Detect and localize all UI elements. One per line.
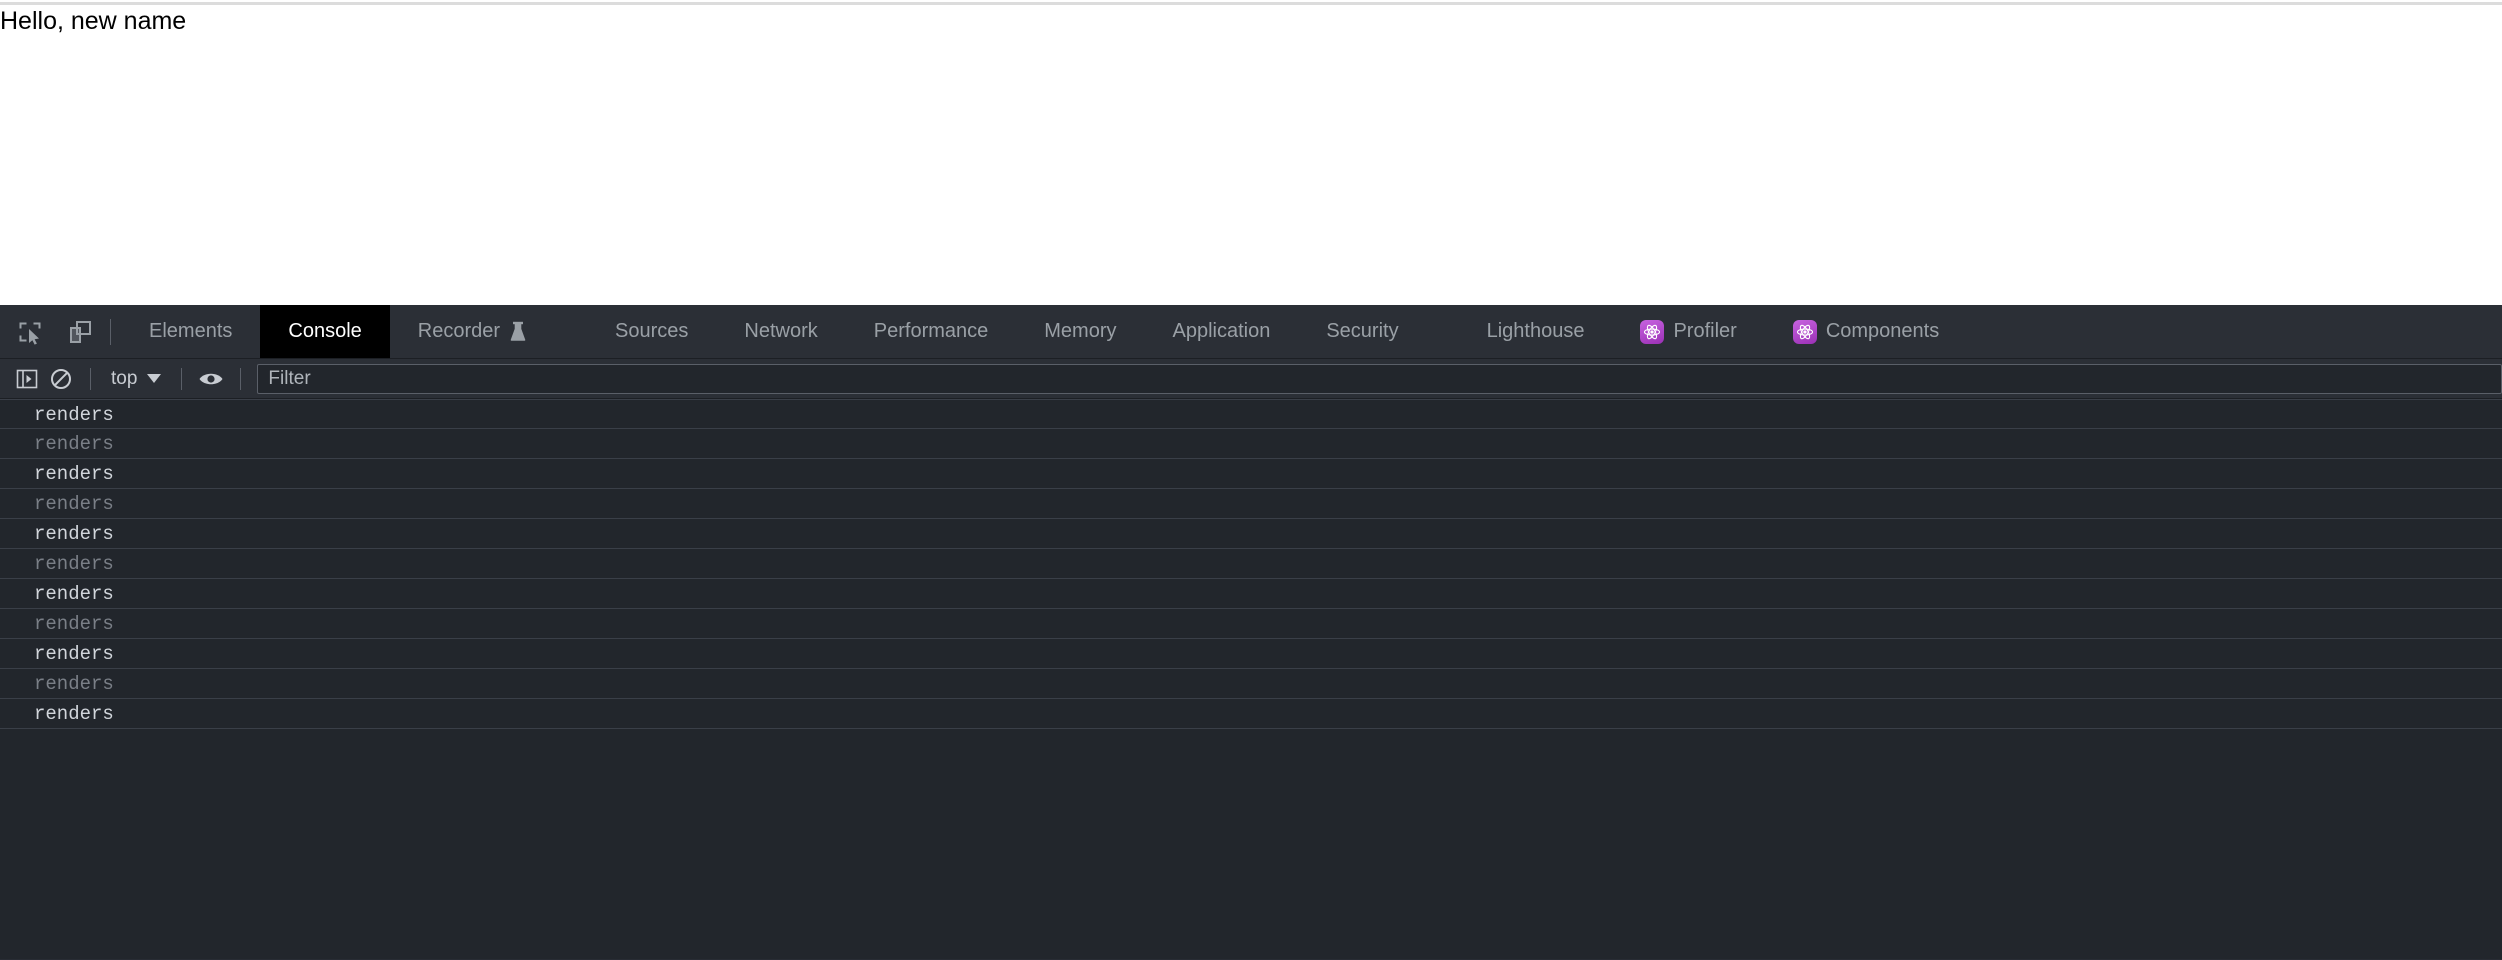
tab-application-label: Application: [1172, 320, 1271, 342]
tab-application[interactable]: Application: [1145, 305, 1299, 358]
chevron-down-icon: [147, 374, 162, 383]
console-message-row[interactable]: renders: [0, 699, 2502, 729]
devtools-left-tools: [0, 305, 100, 358]
tab-sources-label: Sources: [615, 320, 689, 342]
console-toolbar-divider: [90, 367, 91, 390]
console-message-row[interactable]: renders: [0, 429, 2502, 459]
tab-console-label: Console: [288, 320, 362, 342]
console-context-selector[interactable]: top: [103, 366, 169, 392]
tab-network-label: Network: [744, 320, 818, 342]
tab-performance-label: Performance: [873, 320, 989, 342]
react-atom-icon: [1640, 319, 1665, 344]
inspect-element-icon[interactable]: [10, 312, 50, 352]
devtools-tabbar: Elements Console Recorder Sources Networ…: [0, 305, 2502, 359]
tab-network[interactable]: Network: [716, 305, 845, 358]
tab-memory[interactable]: Memory: [1016, 305, 1144, 358]
tab-sources[interactable]: Sources: [587, 305, 716, 358]
console-sidebar-toggle-icon[interactable]: [10, 364, 44, 394]
tab-elements-label: Elements: [149, 320, 233, 342]
devtools-tab-list: Elements Console Recorder Sources Networ…: [121, 305, 2502, 358]
console-message-row[interactable]: renders: [0, 579, 2502, 609]
tab-profiler-label: Profiler: [1673, 320, 1737, 342]
console-context-label: top: [111, 367, 138, 389]
console-toolbar: top: [0, 359, 2502, 399]
tab-lighthouse[interactable]: Lighthouse: [1459, 305, 1613, 358]
tab-console[interactable]: Console: [260, 305, 390, 358]
tab-elements[interactable]: Elements: [121, 305, 260, 358]
live-expression-eye-icon[interactable]: [194, 364, 228, 394]
tab-performance[interactable]: Performance: [846, 305, 1017, 358]
tab-lighthouse-label: Lighthouse: [1486, 320, 1585, 342]
console-message-row[interactable]: renders: [0, 459, 2502, 489]
console-toolbar-divider: [240, 367, 242, 390]
console-message-row[interactable]: renders: [0, 399, 2502, 429]
console-message-row[interactable]: renders: [0, 639, 2502, 669]
console-toolbar-divider: [181, 367, 183, 390]
page-greeting-text: Hello, new name: [0, 7, 187, 35]
toolbar-divider: [110, 318, 111, 345]
tab-recorder-label: Recorder: [417, 320, 501, 342]
console-message-row[interactable]: renders: [0, 609, 2502, 639]
console-message-row[interactable]: renders: [0, 489, 2502, 519]
console-message-list[interactable]: renders renders renders renders renders …: [0, 399, 2502, 959]
device-toolbar-icon[interactable]: [60, 312, 100, 352]
console-message-row[interactable]: renders: [0, 549, 2502, 579]
tab-components-label: Components: [1825, 320, 1940, 342]
page-viewport: Hello, new name: [0, 0, 2502, 305]
console-message-row[interactable]: renders: [0, 669, 2502, 699]
console-filter-input[interactable]: [257, 363, 2502, 394]
browser-divider-line: [0, 2, 2502, 5]
tab-memory-label: Memory: [1044, 320, 1117, 342]
devtools-panel: Elements Console Recorder Sources Networ…: [0, 305, 2502, 960]
tab-security-label: Security: [1326, 320, 1399, 342]
clear-console-icon[interactable]: [44, 364, 78, 394]
console-message-row[interactable]: renders: [0, 519, 2502, 549]
tab-components[interactable]: Components: [1765, 305, 1967, 358]
react-atom-icon: [1792, 319, 1817, 344]
flask-icon: [509, 321, 527, 343]
tab-recorder[interactable]: Recorder: [390, 305, 555, 358]
tab-profiler[interactable]: Profiler: [1612, 305, 1764, 358]
tab-security[interactable]: Security: [1298, 305, 1426, 358]
